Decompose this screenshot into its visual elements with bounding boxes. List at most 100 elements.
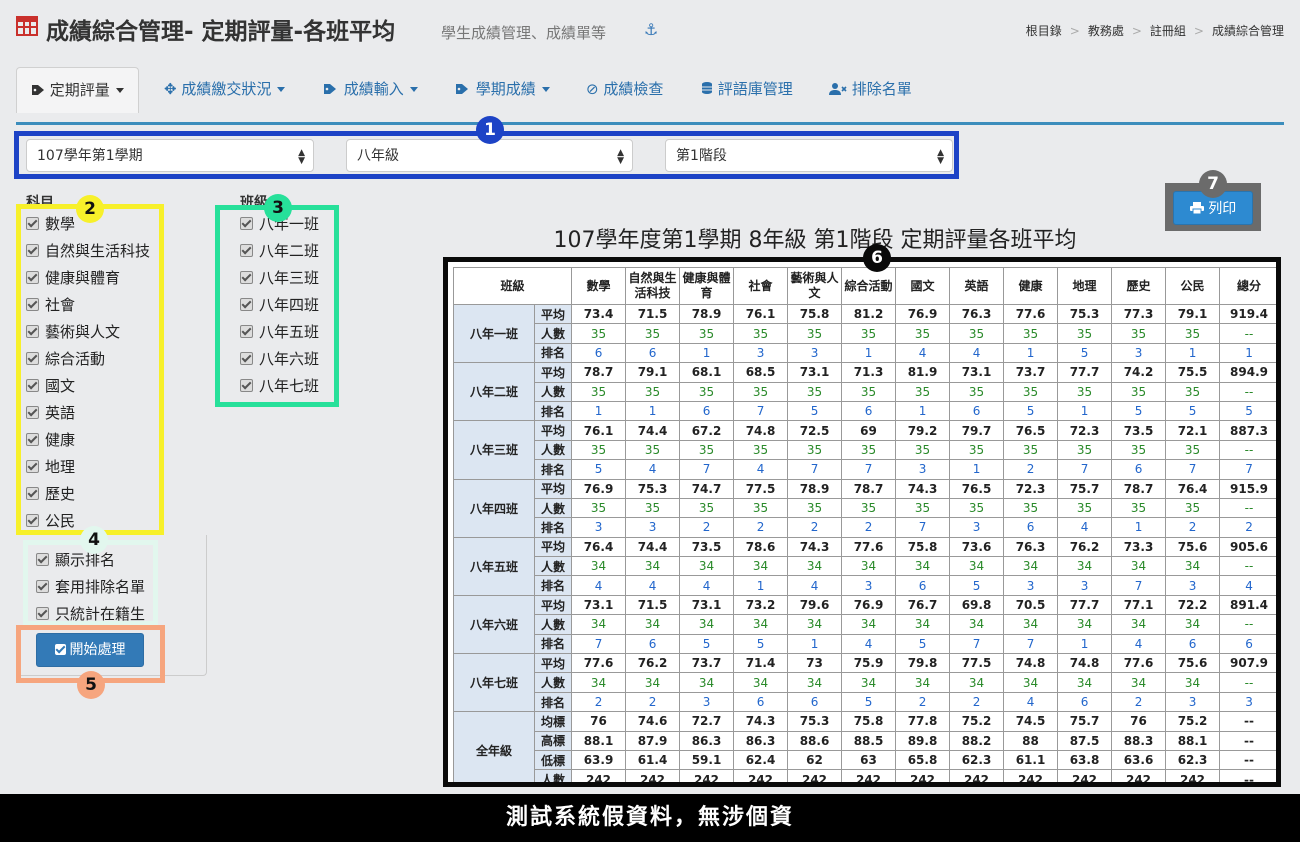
tab-periodic-assessment[interactable]: 定期評量 [16, 67, 139, 113]
summary-value-cell: 88.1 [571, 730, 627, 751]
value-cell: 34 [625, 614, 681, 635]
value-cell: 4 [571, 575, 627, 596]
value-cell: 35 [895, 439, 951, 461]
value-cell: 2 [625, 691, 681, 713]
value-cell: 35 [1057, 439, 1113, 461]
value-cell: 78.9 [787, 478, 843, 499]
value-cell: 34 [949, 672, 1005, 693]
tags-icon [456, 84, 468, 94]
value-cell: 75.3 [625, 478, 681, 499]
value-cell: 2 [1165, 517, 1221, 538]
value-cell: 35 [1111, 323, 1167, 344]
value-cell: 76.3 [949, 303, 1005, 325]
value-cell: 77.6 [1003, 303, 1059, 325]
value-cell: 76.7 [895, 594, 951, 616]
table-row: 八年四班 平均 76.9 75.3 74.7 77.5 78.9 78.7 74.3 76.5 72… [453, 478, 1276, 538]
value-cell: 71.5 [625, 594, 681, 616]
value-cell: 73 [787, 653, 843, 674]
summary-value-cell: 76 [1111, 711, 1167, 732]
tab-comment-library[interactable]: 評語庫管理 [701, 67, 793, 111]
tab-exclusion-list[interactable]: 排除名單 [829, 67, 912, 111]
value-cell: 35 [625, 439, 681, 461]
value-cell: 35 [1111, 439, 1167, 461]
value-cell: 1 [1003, 342, 1059, 364]
value-cell: 35 [1165, 439, 1221, 461]
value-cell: 78.9 [679, 303, 735, 325]
summary-value-cell: 87.5 [1057, 730, 1113, 751]
class-name-cell: 八年四班 [453, 478, 535, 538]
value-cell: 79.2 [895, 420, 951, 441]
value-cell: 77.1 [1111, 594, 1167, 616]
table-row: 排名 3 3 2 2 2 2 7 3 6 4 1 2 2 [454, 517, 1276, 538]
anchor-icon[interactable]: ⚓ [644, 20, 658, 39]
value-cell: 34 [841, 614, 897, 635]
value-cell: 1 [1057, 633, 1113, 655]
print-icon [1189, 202, 1204, 215]
tab-score-input[interactable]: 成績輸入 [323, 67, 418, 111]
summary-value-cell: 242 [787, 769, 843, 782]
value-cell: 2 [949, 691, 1005, 713]
summary-value-cell: 75.3 [787, 711, 843, 732]
value-cell: 4 [949, 342, 1005, 364]
summary-value-cell: 62.3 [949, 749, 1005, 771]
value-cell: 6 [1003, 517, 1059, 538]
value-cell: 77.6 [571, 653, 627, 674]
value-cell: 4 [895, 342, 951, 364]
value-cell: 69 [841, 420, 897, 441]
metric-label-cell: 人數 [533, 556, 573, 577]
summary-value-cell: 86.3 [679, 730, 735, 751]
column-header: 自然與生活科技 [625, 267, 681, 305]
value-cell: 74.7 [679, 478, 735, 499]
footer-notice: 測試系統假資料，無涉個資 [0, 794, 1300, 842]
summary-value-cell: 62.4 [733, 749, 789, 771]
value-cell: 35 [949, 439, 1005, 461]
value-cell: 75.6 [1165, 536, 1221, 558]
breadcrumb-item-registry[interactable]: 註冊組 [1150, 24, 1186, 38]
value-cell: 1 [895, 400, 951, 422]
tab-semester-score[interactable]: 學期成績 [455, 67, 550, 111]
value-cell: 35 [1111, 381, 1167, 402]
value-cell: -- [1219, 323, 1276, 344]
value-cell: 73.2 [733, 594, 789, 616]
summary-label-cell: 低標 [533, 749, 573, 771]
value-cell: 34 [895, 614, 951, 635]
tab-score-check[interactable]: ⊘ 成績檢查 [586, 67, 663, 111]
value-cell: -- [1219, 381, 1276, 402]
report-title: 107學年度第1學期 8年級 第1階段 定期評量各班平均 [553, 228, 1077, 253]
column-header-class: 班級 [452, 267, 573, 305]
value-cell: 7 [841, 459, 897, 480]
value-cell: 77.6 [1111, 653, 1167, 674]
value-cell: 35 [787, 323, 843, 344]
value-cell: 6 [895, 575, 951, 596]
value-cell: 34 [895, 672, 951, 693]
summary-value-cell: 62.3 [1165, 749, 1221, 771]
value-cell: 35 [949, 323, 1005, 344]
summary-value-cell: 242 [895, 769, 951, 782]
value-cell: 35 [949, 497, 1005, 519]
summary-value-cell: 63.6 [1111, 749, 1167, 771]
value-cell: 35 [1057, 323, 1113, 344]
summary-value-cell: 88 [1003, 730, 1059, 751]
value-cell: 7 [1219, 459, 1276, 480]
summary-label-cell: 均標 [533, 711, 573, 732]
summary-value-cell: 88.3 [1111, 730, 1167, 751]
table-row: 排名 6 6 1 3 3 1 4 4 1 5 3 1 1 [454, 342, 1276, 364]
value-cell: 35 [895, 381, 951, 402]
breadcrumb-item-academic[interactable]: 教務處 [1088, 24, 1124, 38]
summary-value-cell: 74.5 [1003, 711, 1059, 732]
summary-value-cell: 65.8 [895, 749, 951, 771]
class-name-cell: 八年五班 [453, 536, 535, 596]
tab-submission-status[interactable]: ✥ 成績繳交狀況 [164, 67, 286, 111]
value-cell: 1 [679, 342, 735, 364]
class-name-cell: 八年三班 [453, 420, 535, 480]
chevron-down-icon [115, 88, 124, 93]
value-cell: 35 [679, 323, 735, 344]
breadcrumb-item-root[interactable]: 根目錄 [1026, 24, 1062, 38]
value-cell: 35 [733, 323, 789, 344]
value-cell: 915.9 [1219, 478, 1276, 499]
value-cell: 5 [1111, 400, 1167, 422]
chevron-down-icon [541, 87, 550, 92]
value-cell: 73.3 [1111, 536, 1167, 558]
value-cell: 34 [1111, 614, 1167, 635]
metric-label-cell: 排名 [533, 575, 573, 596]
